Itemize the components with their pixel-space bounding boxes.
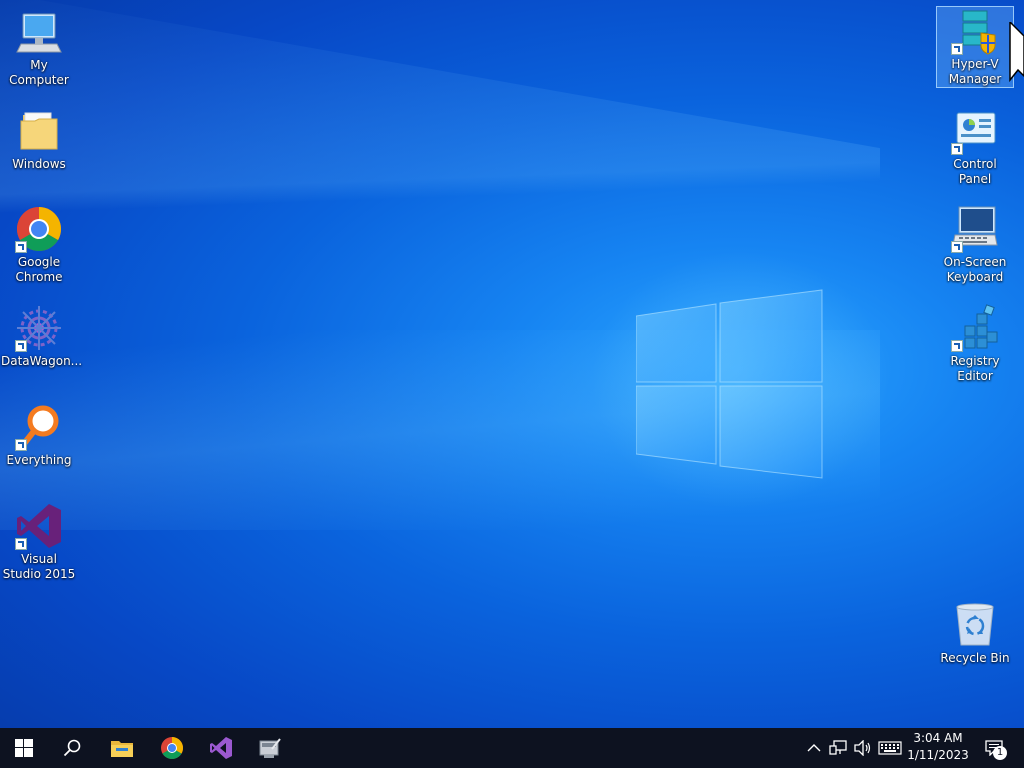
computer-icon: [15, 8, 63, 56]
chrome-icon: [161, 737, 183, 759]
shortcut-arrow-icon: [951, 43, 963, 55]
mouse-cursor-icon: [1009, 22, 1024, 82]
everything-icon: [15, 403, 63, 451]
volume-icon: [854, 740, 871, 756]
touch-keyboard-button[interactable]: [876, 728, 904, 768]
desktop-icon-on-screen-keyboard[interactable]: On-Screen Keyboard: [937, 205, 1013, 285]
taskbar-visual-studio[interactable]: [197, 728, 245, 768]
desktop-icon-label: On-Screen Keyboard: [943, 255, 1007, 284]
keyboard-icon: [951, 205, 999, 253]
taskbar-file-explorer[interactable]: [98, 728, 146, 768]
windows-logo-wallpaper: [636, 289, 823, 479]
desktop-icon-label: Registry Editor: [950, 354, 1000, 383]
desktop-icon-label: Recycle Bin: [940, 651, 1010, 665]
show-hidden-icons-button[interactable]: [804, 728, 824, 768]
desktop-icon-my-computer[interactable]: My Computer: [1, 8, 77, 88]
shortcut-arrow-icon: [15, 538, 27, 550]
desktop-icon-visual-studio[interactable]: Visual Studio 2015: [1, 502, 77, 582]
chrome-icon: [15, 205, 63, 253]
desktop-icon-everything[interactable]: Everything: [1, 403, 77, 468]
clock-time: 3:04 AM: [913, 731, 963, 745]
desktop-icon-recycle-bin[interactable]: Recycle Bin: [937, 601, 1013, 666]
shortcut-arrow-icon: [951, 340, 963, 352]
volume-button[interactable]: [851, 728, 875, 768]
hyper-v-icon: [951, 7, 999, 55]
network-button[interactable]: [826, 728, 850, 768]
desktop-icon-control-panel[interactable]: Control Panel: [937, 107, 1013, 187]
visual-studio-icon: [210, 737, 232, 759]
shortcut-arrow-icon: [15, 340, 27, 352]
folder-icon: [15, 107, 63, 155]
shortcut-arrow-icon: [15, 439, 27, 451]
chevron-up-icon: [807, 744, 821, 752]
action-center-button[interactable]: 1: [980, 728, 1008, 768]
clock-date: 1/11/2023: [907, 748, 969, 762]
desktop-icon-label: Visual Studio 2015: [2, 552, 76, 581]
recycle-bin-icon: [951, 601, 999, 649]
desktop-icon-label: Google Chrome: [15, 255, 63, 284]
registry-icon: [951, 304, 999, 352]
desktop-icon-label: DataWagon...: [1, 354, 83, 368]
control-panel-icon: [951, 107, 999, 155]
start-icon: [15, 739, 33, 757]
search-button[interactable]: [48, 728, 96, 768]
datawagon-icon: [15, 304, 63, 352]
taskbar-google-chrome[interactable]: [148, 728, 196, 768]
desktop-icon-label: Everything: [6, 453, 72, 467]
desktop-icon-label: Control Panel: [953, 157, 997, 186]
notification-count-badge: 1: [993, 746, 1007, 760]
touch-keyboard-icon: [878, 741, 902, 755]
start-button[interactable]: [0, 728, 48, 768]
visual-studio-icon: [15, 502, 63, 550]
file-explorer-icon: [111, 741, 133, 757]
taskbar-clock[interactable]: 3:04 AM 1/11/2023: [903, 730, 973, 766]
taskbar: 3:04 AM 1/11/2023 1: [0, 728, 1024, 768]
desktop-icon-label: Hyper-V Manager: [948, 57, 1002, 86]
desktop-icon-datawagon[interactable]: DataWagon...: [1, 304, 83, 369]
desktop-icon-label: My Computer: [9, 58, 69, 87]
search-icon: [63, 739, 81, 757]
network-icon: [829, 740, 847, 755]
taskbar-server-manager[interactable]: [246, 728, 294, 768]
desktop-icon-registry-editor[interactable]: Registry Editor: [937, 304, 1013, 384]
desktop-icon-google-chrome[interactable]: Google Chrome: [1, 205, 77, 285]
shortcut-arrow-icon: [951, 143, 963, 155]
desktop-icon-windows-folder[interactable]: Windows: [1, 107, 77, 172]
shortcut-arrow-icon: [15, 241, 27, 253]
shortcut-arrow-icon: [951, 241, 963, 253]
server-manager-icon: [259, 738, 281, 758]
desktop-icon-label: Windows: [12, 157, 66, 171]
desktop-icon-hyper-v-manager[interactable]: Hyper-V Manager: [936, 6, 1014, 88]
